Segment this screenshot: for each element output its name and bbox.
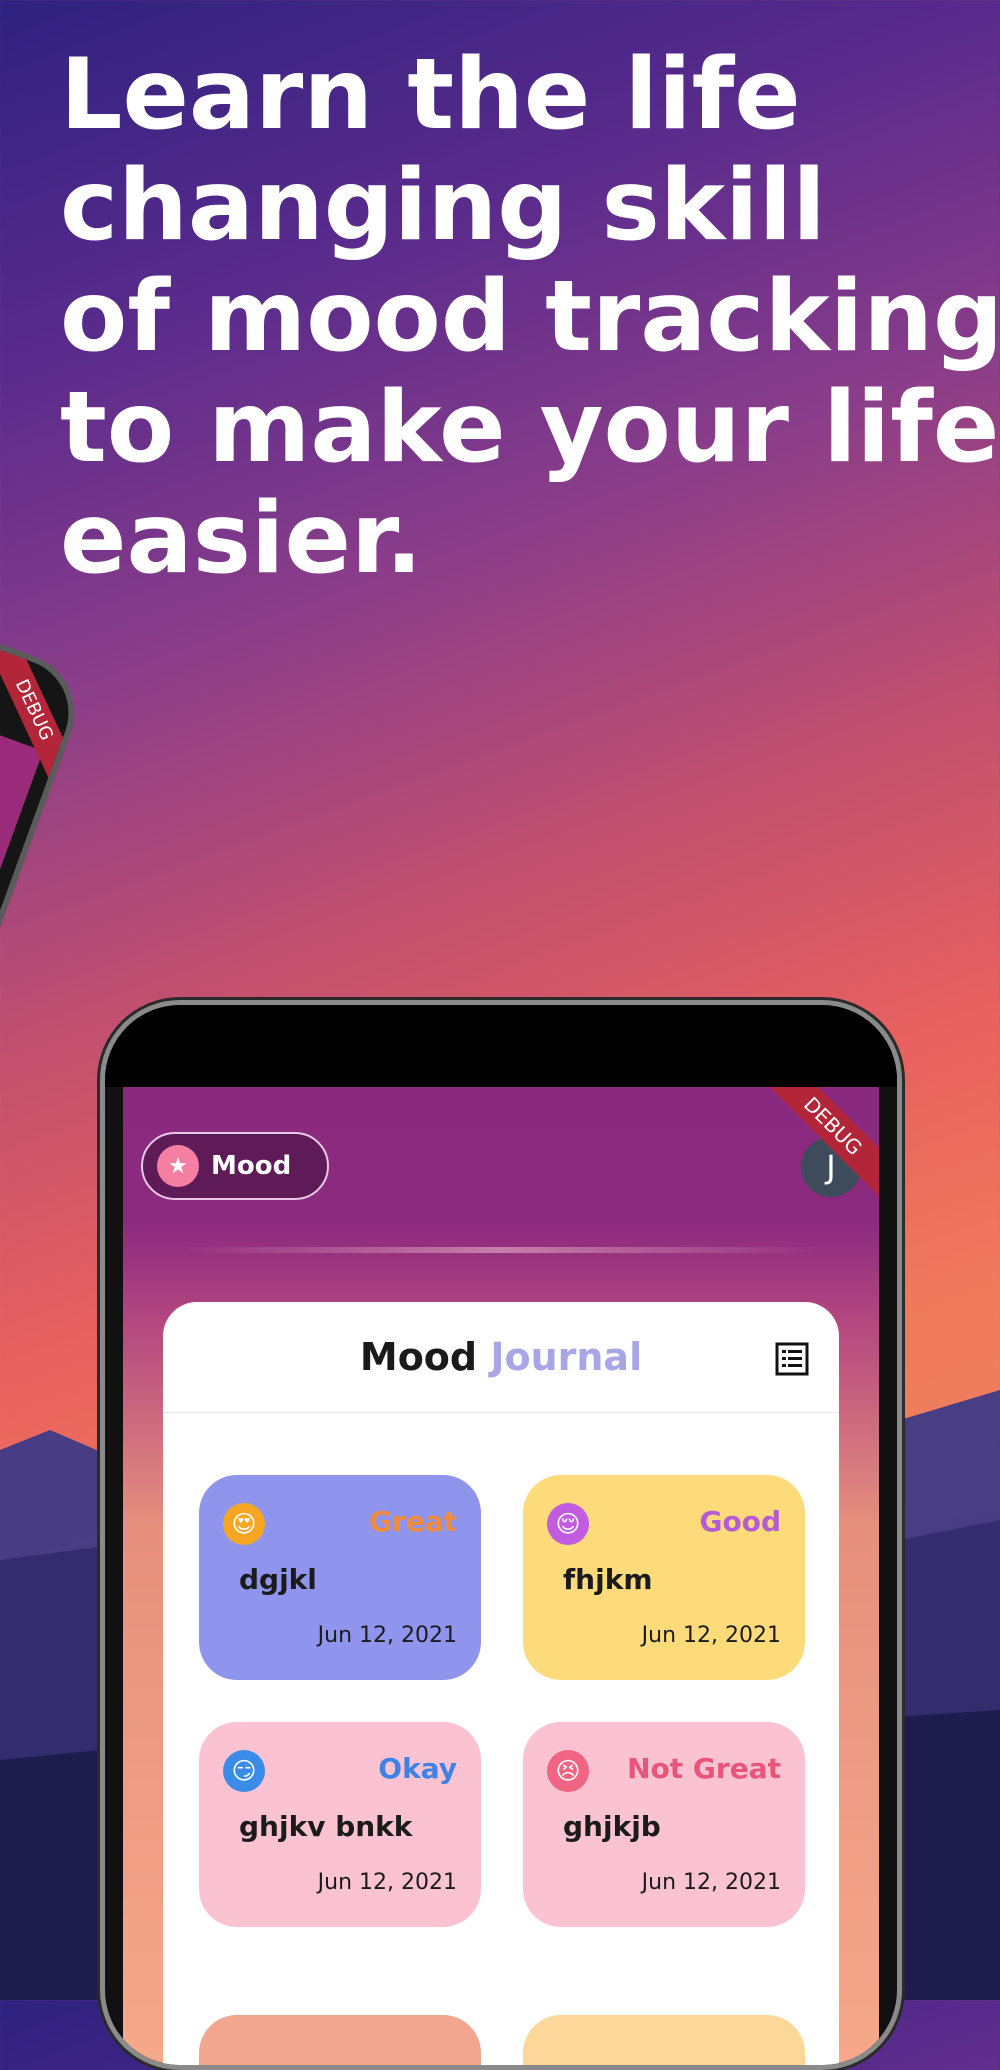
journal-header: Mood Journal	[163, 1302, 839, 1413]
mood-entry-card[interactable]: 😣 Not Great ghjkjb Jun 12, 2021	[523, 1722, 805, 1927]
headline-line: to make your life	[60, 371, 1000, 485]
mood-entry-card[interactable]: 😏 Okay ghjkv bnkk Jun 12, 2021	[199, 1722, 481, 1927]
journal-card: Mood Journal 😍 Great dgjkl Jun 12, 2021 😌 Goo…	[163, 1302, 839, 2065]
app-screen: DEBUG ★ Mood J Mood Journal 😍 Great dgjkl	[123, 1087, 879, 2065]
mood-label: Great	[368, 1505, 457, 1538]
title-main: Mood	[359, 1335, 478, 1379]
entry-title: ghjkjb	[563, 1810, 661, 1843]
mood-chip-button[interactable]: ★ Mood	[141, 1132, 329, 1200]
mood-emoji-icon: 😌	[547, 1503, 589, 1545]
mood-label: Not Great	[627, 1752, 781, 1785]
mood-label: Okay	[378, 1752, 457, 1785]
phone-mockup: DEBUG ★ Mood J Mood Journal 😍 Great dgjkl	[100, 1000, 902, 2070]
mood-entry-card-partial[interactable]	[199, 2015, 481, 2065]
entry-date: Jun 12, 2021	[641, 1870, 781, 1895]
entries-next-row	[199, 2015, 805, 2065]
title-accent: Journal	[490, 1335, 643, 1379]
star-eyes-emoji-icon: ★	[157, 1145, 199, 1187]
entry-date: Jun 12, 2021	[641, 1623, 781, 1648]
mood-emoji-icon: 😏	[223, 1750, 265, 1792]
headline: Learn the life changing skill of mood tr…	[60, 38, 1000, 596]
mood-emoji-icon: 😣	[547, 1750, 589, 1792]
divider	[183, 1247, 819, 1253]
entry-date: Jun 12, 2021	[317, 1623, 457, 1648]
mood-chip-label: Mood	[211, 1151, 292, 1181]
mood-entry-card[interactable]: 😌 Good fhjkm Jun 12, 2021	[523, 1475, 805, 1680]
phone-top-bezel	[105, 1005, 897, 1087]
entry-title: dgjkl	[239, 1563, 317, 1596]
entry-title: fhjkm	[563, 1563, 653, 1596]
headline-line: Learn the life	[60, 38, 801, 152]
entry-title: ghjkv bnkk	[239, 1810, 413, 1843]
mood-emoji-icon: 😍	[223, 1503, 265, 1545]
entry-date: Jun 12, 2021	[317, 1870, 457, 1895]
entries-grid: 😍 Great dgjkl Jun 12, 2021 😌 Good fhjkm Jun 12,…	[199, 1475, 805, 1927]
headline-line: of mood tracking	[60, 260, 1000, 374]
page-title: Mood Journal	[360, 1335, 642, 1379]
mood-label: Good	[699, 1505, 782, 1538]
mood-entry-card[interactable]: 😍 Great dgjkl Jun 12, 2021	[199, 1475, 481, 1680]
list-view-icon[interactable]	[775, 1342, 809, 1376]
headline-line: changing skill	[60, 149, 826, 263]
headline-line: easier.	[60, 482, 423, 596]
mood-entry-card-partial[interactable]	[523, 2015, 805, 2065]
